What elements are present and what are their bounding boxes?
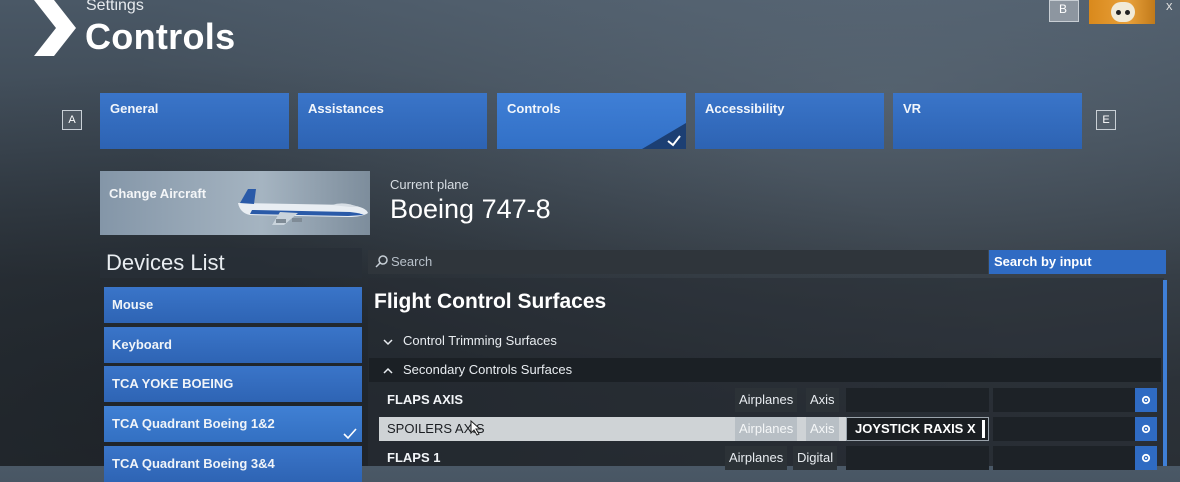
device-label: Keyboard [112,337,172,352]
avatar-eye [1125,10,1130,15]
tab-label: Accessibility [705,101,785,116]
input-slot-1[interactable]: JOYSTICK RAXIS X [846,417,989,441]
binding-type: Axis [806,388,839,412]
mouse-pointer-icon [470,420,482,436]
binding-row[interactable]: FLAPS 1 Airplanes Digital [369,446,1157,470]
group-control-trimming[interactable]: Control Trimming Surfaces [369,329,1161,353]
page-title: Controls [85,16,236,57]
avatar-eye [1116,10,1121,15]
device-label: TCA YOKE BOEING [112,376,234,391]
input-slot-1[interactable] [846,388,989,412]
input-slot-2[interactable] [993,388,1136,412]
check-icon [343,428,357,440]
tab-label: Controls [507,101,561,116]
input-slot-2[interactable] [993,446,1136,470]
change-aircraft-label: Change Aircraft [109,186,207,201]
tab-controls[interactable]: Controls [497,93,686,149]
device-label: Mouse [112,297,154,312]
change-aircraft-button[interactable]: Change Aircraft [100,171,370,235]
group-label: Control Trimming Surfaces [403,333,557,348]
section-title: Flight Control Surfaces [374,290,607,313]
header-section: Settings [86,0,144,14]
devices-list-title: Devices List [100,248,362,278]
binding-name: FLAPS AXIS [387,392,464,407]
check-icon [642,123,686,149]
tab-label: VR [903,101,922,116]
binding-category: Airplanes [735,417,798,441]
input-slot-1-value: JOYSTICK RAXIS X [855,421,976,436]
chevron-up-icon [383,367,393,374]
gear-icon[interactable] [1135,446,1157,470]
tab-assistances[interactable]: Assistances [298,93,487,149]
binding-row[interactable]: FLAPS AXIS Airplanes Axis [369,388,1157,412]
avatar-face [1111,2,1135,22]
binding-type: Digital [793,446,838,470]
text-cursor [982,420,985,438]
chevron-logo-icon [34,0,76,56]
binding-category: Airplanes [725,446,788,470]
search-icon [375,255,388,268]
binding-type: Axis [806,417,839,441]
device-item-tca-quadrant-34[interactable]: TCA Quadrant Boeing 3&4 [104,446,362,482]
input-slot-1[interactable] [846,446,989,470]
device-item-mouse[interactable]: Mouse [104,287,362,323]
tab-general[interactable]: General [100,93,289,149]
search-input[interactable]: Search [368,250,988,274]
search-by-input-button[interactable]: Search by input [989,250,1166,274]
tab-label: Assistances [308,101,384,116]
group-label: Secondary Controls Surfaces [403,362,573,377]
tab-vr[interactable]: VR [893,93,1082,149]
avatar[interactable] [1089,0,1155,24]
tab-next-hint[interactable]: E [1096,110,1116,130]
plane-image [238,189,368,225]
gear-icon[interactable] [1135,417,1157,441]
device-item-tca-yoke[interactable]: TCA YOKE BOEING [104,366,362,402]
input-slot-2[interactable] [993,417,1136,441]
tab-accessibility[interactable]: Accessibility [695,93,884,149]
binding-row-highlighted[interactable]: SPOILERS AXIS Airplanes Axis JOYSTICK RA… [369,417,1157,441]
current-plane-value: Boeing 747-8 [390,194,551,224]
device-label: TCA Quadrant Boeing 1&2 [112,416,275,431]
binding-name: FLAPS 1 [387,450,441,465]
gear-icon[interactable] [1135,388,1157,412]
close-icon[interactable]: x [1166,0,1173,13]
binding-category: Airplanes [735,388,798,412]
search-placeholder: Search [391,254,433,269]
scrollbar[interactable] [1163,280,1167,466]
current-plane-label: Current plane [390,177,469,192]
device-item-keyboard[interactable]: Keyboard [104,327,362,363]
chevron-down-icon [383,339,393,345]
tab-label: General [110,101,159,116]
top-bar-button-label: B [1059,2,1068,16]
top-bar-button[interactable]: B [1049,0,1079,22]
device-label: TCA Quadrant Boeing 3&4 [112,456,275,471]
group-secondary-controls[interactable]: Secondary Controls Surfaces [369,358,1161,382]
device-item-tca-quadrant-12[interactable]: TCA Quadrant Boeing 1&2 [104,406,362,442]
tab-prev-hint[interactable]: A [62,110,82,130]
